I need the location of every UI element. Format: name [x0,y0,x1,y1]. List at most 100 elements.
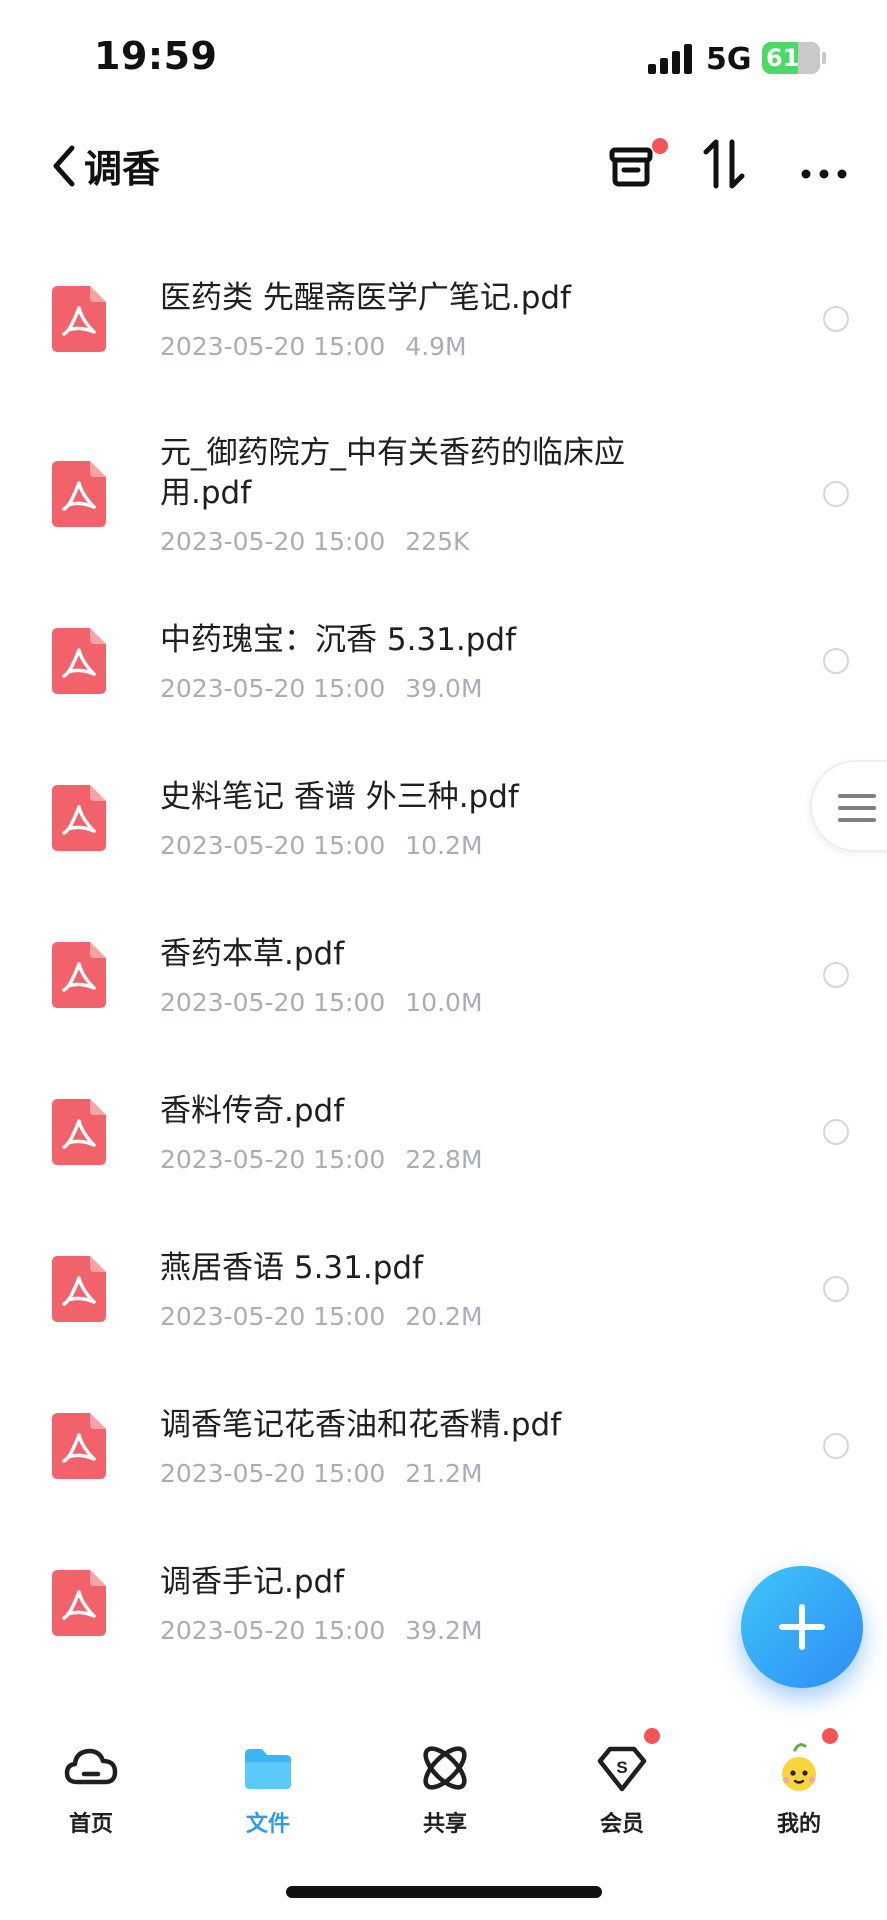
notification-dot [644,1728,660,1744]
file-meta: 2023-05-20 15:00 225K [160,527,469,556]
file-date: 2023-05-20 15:00 [160,831,386,860]
pdf-file-icon [52,1256,106,1322]
select-checkbox[interactable] [823,1276,849,1302]
mascot-avatar-icon [782,1743,816,1791]
file-size: 225K [405,527,470,556]
select-checkbox[interactable] [823,1433,849,1459]
signal-icon [648,44,694,74]
nav-item-me[interactable]: 我的 [734,1728,864,1840]
battery-tip [822,52,826,64]
file-name: 调香手记.pdf [160,1564,345,1600]
file-list: 医药类 先醒斋医学广笔记.pdf 2023-05-20 15:00 4.9M 元_… [0,240,887,1691]
file-size: 22.8M [405,1145,483,1174]
nav-item-share[interactable]: 共享 [380,1730,510,1840]
file-size: 39.0M [405,674,483,703]
pdf-file-icon [52,1570,106,1636]
file-name: 香料传奇.pdf [160,1093,345,1129]
nav-label: 文件 [245,1812,290,1837]
file-name: 香药本草.pdf [160,936,345,972]
file-item[interactable]: 燕居香语 5.31.pdf 2023-05-20 15:00 20.2M [0,1220,887,1377]
file-date: 2023-05-20 15:00 [160,674,386,703]
nav-label: 我的 [776,1812,821,1837]
file-date: 2023-05-20 15:00 [160,1302,386,1331]
nav-item-files[interactable]: 文件 [203,1730,333,1840]
select-checkbox[interactable] [823,648,849,674]
file-name: 医药类 先醒斋医学广笔记.pdf [160,280,571,316]
file-meta: 2023-05-20 15:00 10.0M [160,988,483,1017]
menu-line [838,818,876,822]
screen: 19:59 5G 61 调香 医药类 先醒斋医学广笔记.pdf 2023-05-… [0,0,887,1920]
pdf-file-icon [52,1099,106,1165]
select-checkbox[interactable] [823,962,849,988]
file-item[interactable]: 香料传奇.pdf 2023-05-20 15:00 22.8M [0,1063,887,1220]
svg-text:S: S [616,1758,627,1777]
file-meta: 2023-05-20 15:00 21.2M [160,1459,483,1488]
pdf-file-icon [52,785,106,851]
menu-line [838,794,876,798]
file-size: 21.2M [405,1459,483,1488]
file-item[interactable]: 元_御药院方_中有关香药的临床应用.pdf 2023-05-20 15:00 22… [0,397,887,592]
file-meta: 2023-05-20 15:00 4.9M [160,332,467,361]
file-name: 史料笔记 香谱 外三种.pdf [160,779,519,815]
notification-dot [652,138,668,154]
file-size: 4.9M [405,332,467,361]
pdf-file-icon [52,942,106,1008]
file-name: 燕居香语 5.31.pdf [160,1250,424,1286]
file-meta: 2023-05-20 15:00 22.8M [160,1145,483,1174]
file-size: 10.0M [405,988,483,1017]
recycle-bin-button[interactable] [604,128,668,198]
pdf-file-icon [52,286,106,352]
back-button[interactable] [46,130,86,200]
nav-item-home[interactable]: 首页 [26,1730,156,1840]
file-meta: 2023-05-20 15:00 39.0M [160,674,483,703]
more-icon [801,169,847,179]
nav-label: 会员 [599,1812,644,1837]
file-item[interactable]: 香药本草.pdf 2023-05-20 15:00 10.0M [0,906,887,1063]
menu-line [838,806,876,810]
status-time: 19:59 [94,34,218,78]
share-orbit-icon [423,1746,467,1790]
file-size: 10.2M [405,831,483,860]
home-indicator [286,1886,602,1898]
select-checkbox[interactable] [823,1119,849,1145]
pdf-file-icon [52,628,106,694]
battery-icon: 61 [762,42,820,74]
sort-button[interactable] [698,128,758,198]
sort-icon [703,139,745,189]
file-date: 2023-05-20 15:00 [160,1145,386,1174]
select-checkbox[interactable] [823,306,849,332]
folder-icon [245,1749,291,1789]
cloud-icon [64,1748,118,1785]
nav-label: 共享 [422,1812,467,1837]
file-name: 元_御药院方_中有关香药的临床应用.pdf [160,435,625,511]
nav-label: 首页 [68,1812,113,1837]
network-type: 5G [706,42,752,77]
file-size: 20.2M [405,1302,483,1331]
file-meta: 2023-05-20 15:00 39.2M [160,1616,483,1645]
back-icon [53,145,75,187]
add-button[interactable] [741,1566,863,1688]
notification-dot [822,1728,838,1744]
file-date: 2023-05-20 15:00 [160,332,386,361]
status-bar: 19:59 5G 61 [0,0,887,110]
file-item[interactable]: 史料笔记 香谱 外三种.pdf 2023-05-20 15:00 10.2M [0,749,887,906]
file-item[interactable]: 医药类 先醒斋医学广笔记.pdf 2023-05-20 15:00 4.9M [0,240,887,397]
file-item[interactable]: 中药瑰宝：沉香 5.31.pdf 2023-05-20 15:00 39.0M [0,592,887,749]
file-size: 39.2M [405,1616,483,1645]
file-date: 2023-05-20 15:00 [160,1459,386,1488]
vip-diamond-icon: S [597,1746,647,1792]
page-title: 调香 [84,147,161,191]
file-meta: 2023-05-20 15:00 10.2M [160,831,483,860]
nav-item-vip[interactable]: S 会员 [557,1728,687,1840]
file-date: 2023-05-20 15:00 [160,1616,386,1645]
pdf-file-icon [52,461,106,527]
more-button[interactable] [794,128,864,198]
battery-level: 61 [766,44,800,72]
file-item[interactable]: 调香笔记花香油和花香精.pdf 2023-05-20 15:00 21.2M [0,1377,887,1534]
file-meta: 2023-05-20 15:00 20.2M [160,1302,483,1331]
file-name: 中药瑰宝：沉香 5.31.pdf [160,622,516,658]
pdf-file-icon [52,1413,106,1479]
header: 调香 [0,110,887,230]
select-checkbox[interactable] [823,481,849,507]
file-name: 调香笔记花香油和花香精.pdf [160,1407,562,1443]
